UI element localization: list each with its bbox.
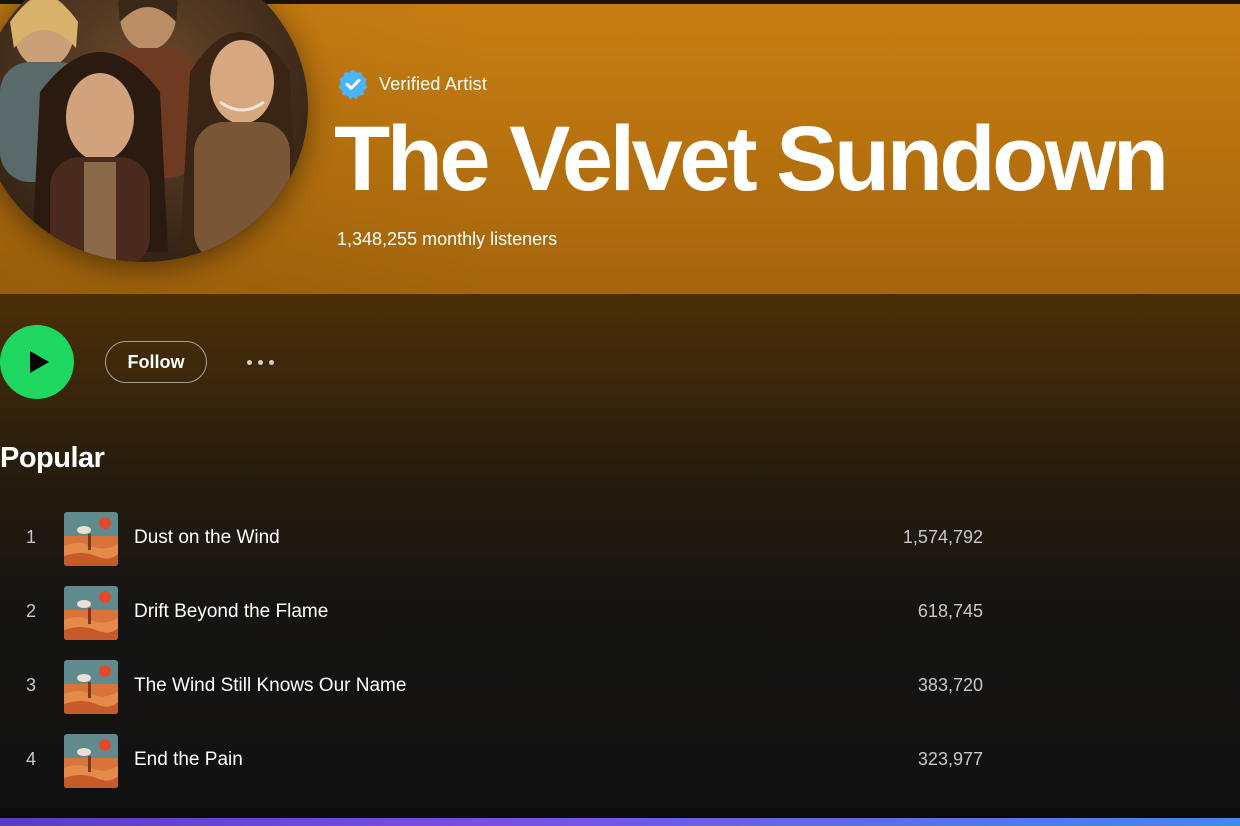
track-row[interactable]: 3 The Wind Still Knows Our Name 383,720 bbox=[0, 649, 1000, 723]
track-cover-art bbox=[64, 512, 118, 566]
play-button[interactable] bbox=[0, 325, 74, 399]
track-cover-art bbox=[64, 734, 118, 788]
verified-badge-icon bbox=[338, 69, 368, 100]
track-title[interactable]: The Wind Still Knows Our Name bbox=[134, 675, 406, 697]
track-play-count: 323,977 bbox=[917, 749, 983, 769]
track-number: 4 bbox=[25, 749, 36, 769]
monthly-listeners: 1,348,255 monthly listeners bbox=[337, 229, 558, 249]
track-play-count: 383,720 bbox=[917, 675, 983, 695]
popular-heading: Popular bbox=[0, 442, 105, 474]
play-icon bbox=[30, 351, 49, 373]
artist-page: Verified Artist The Velvet Sundown 1,348… bbox=[0, 0, 1240, 826]
track-row[interactable]: 2 Drift Beyond the Flame 618,745 bbox=[0, 575, 1000, 649]
track-row[interactable]: 1 Dust on the Wind 1,574,792 bbox=[0, 501, 1000, 575]
track-cover-art bbox=[64, 586, 118, 640]
track-play-count: 1,574,792 bbox=[902, 527, 983, 547]
track-number: 2 bbox=[25, 601, 36, 621]
more-options-button[interactable] bbox=[238, 347, 282, 377]
track-title[interactable]: Drift Beyond the Flame bbox=[134, 601, 328, 623]
track-play-count: 618,745 bbox=[917, 601, 983, 621]
verified-artist-badge: Verified Artist bbox=[337, 68, 487, 100]
popular-track-list: 1 Dust on the Wind 1,574,792 2 Drift Bey… bbox=[0, 501, 1000, 797]
track-row[interactable]: 4 End the Pain 323,977 bbox=[0, 723, 1000, 797]
track-number: 1 bbox=[25, 527, 36, 547]
track-number: 3 bbox=[25, 675, 36, 695]
track-cover-art bbox=[64, 660, 118, 714]
track-title[interactable]: Dust on the Wind bbox=[134, 527, 280, 549]
more-options-icon bbox=[246, 359, 252, 365]
verified-label: Verified Artist bbox=[379, 73, 488, 94]
artist-name: The Velvet Sundown bbox=[334, 108, 1169, 210]
track-title[interactable]: End the Pain bbox=[134, 749, 243, 771]
bottom-strip bbox=[0, 818, 1240, 826]
follow-button[interactable]: Follow bbox=[105, 341, 207, 383]
